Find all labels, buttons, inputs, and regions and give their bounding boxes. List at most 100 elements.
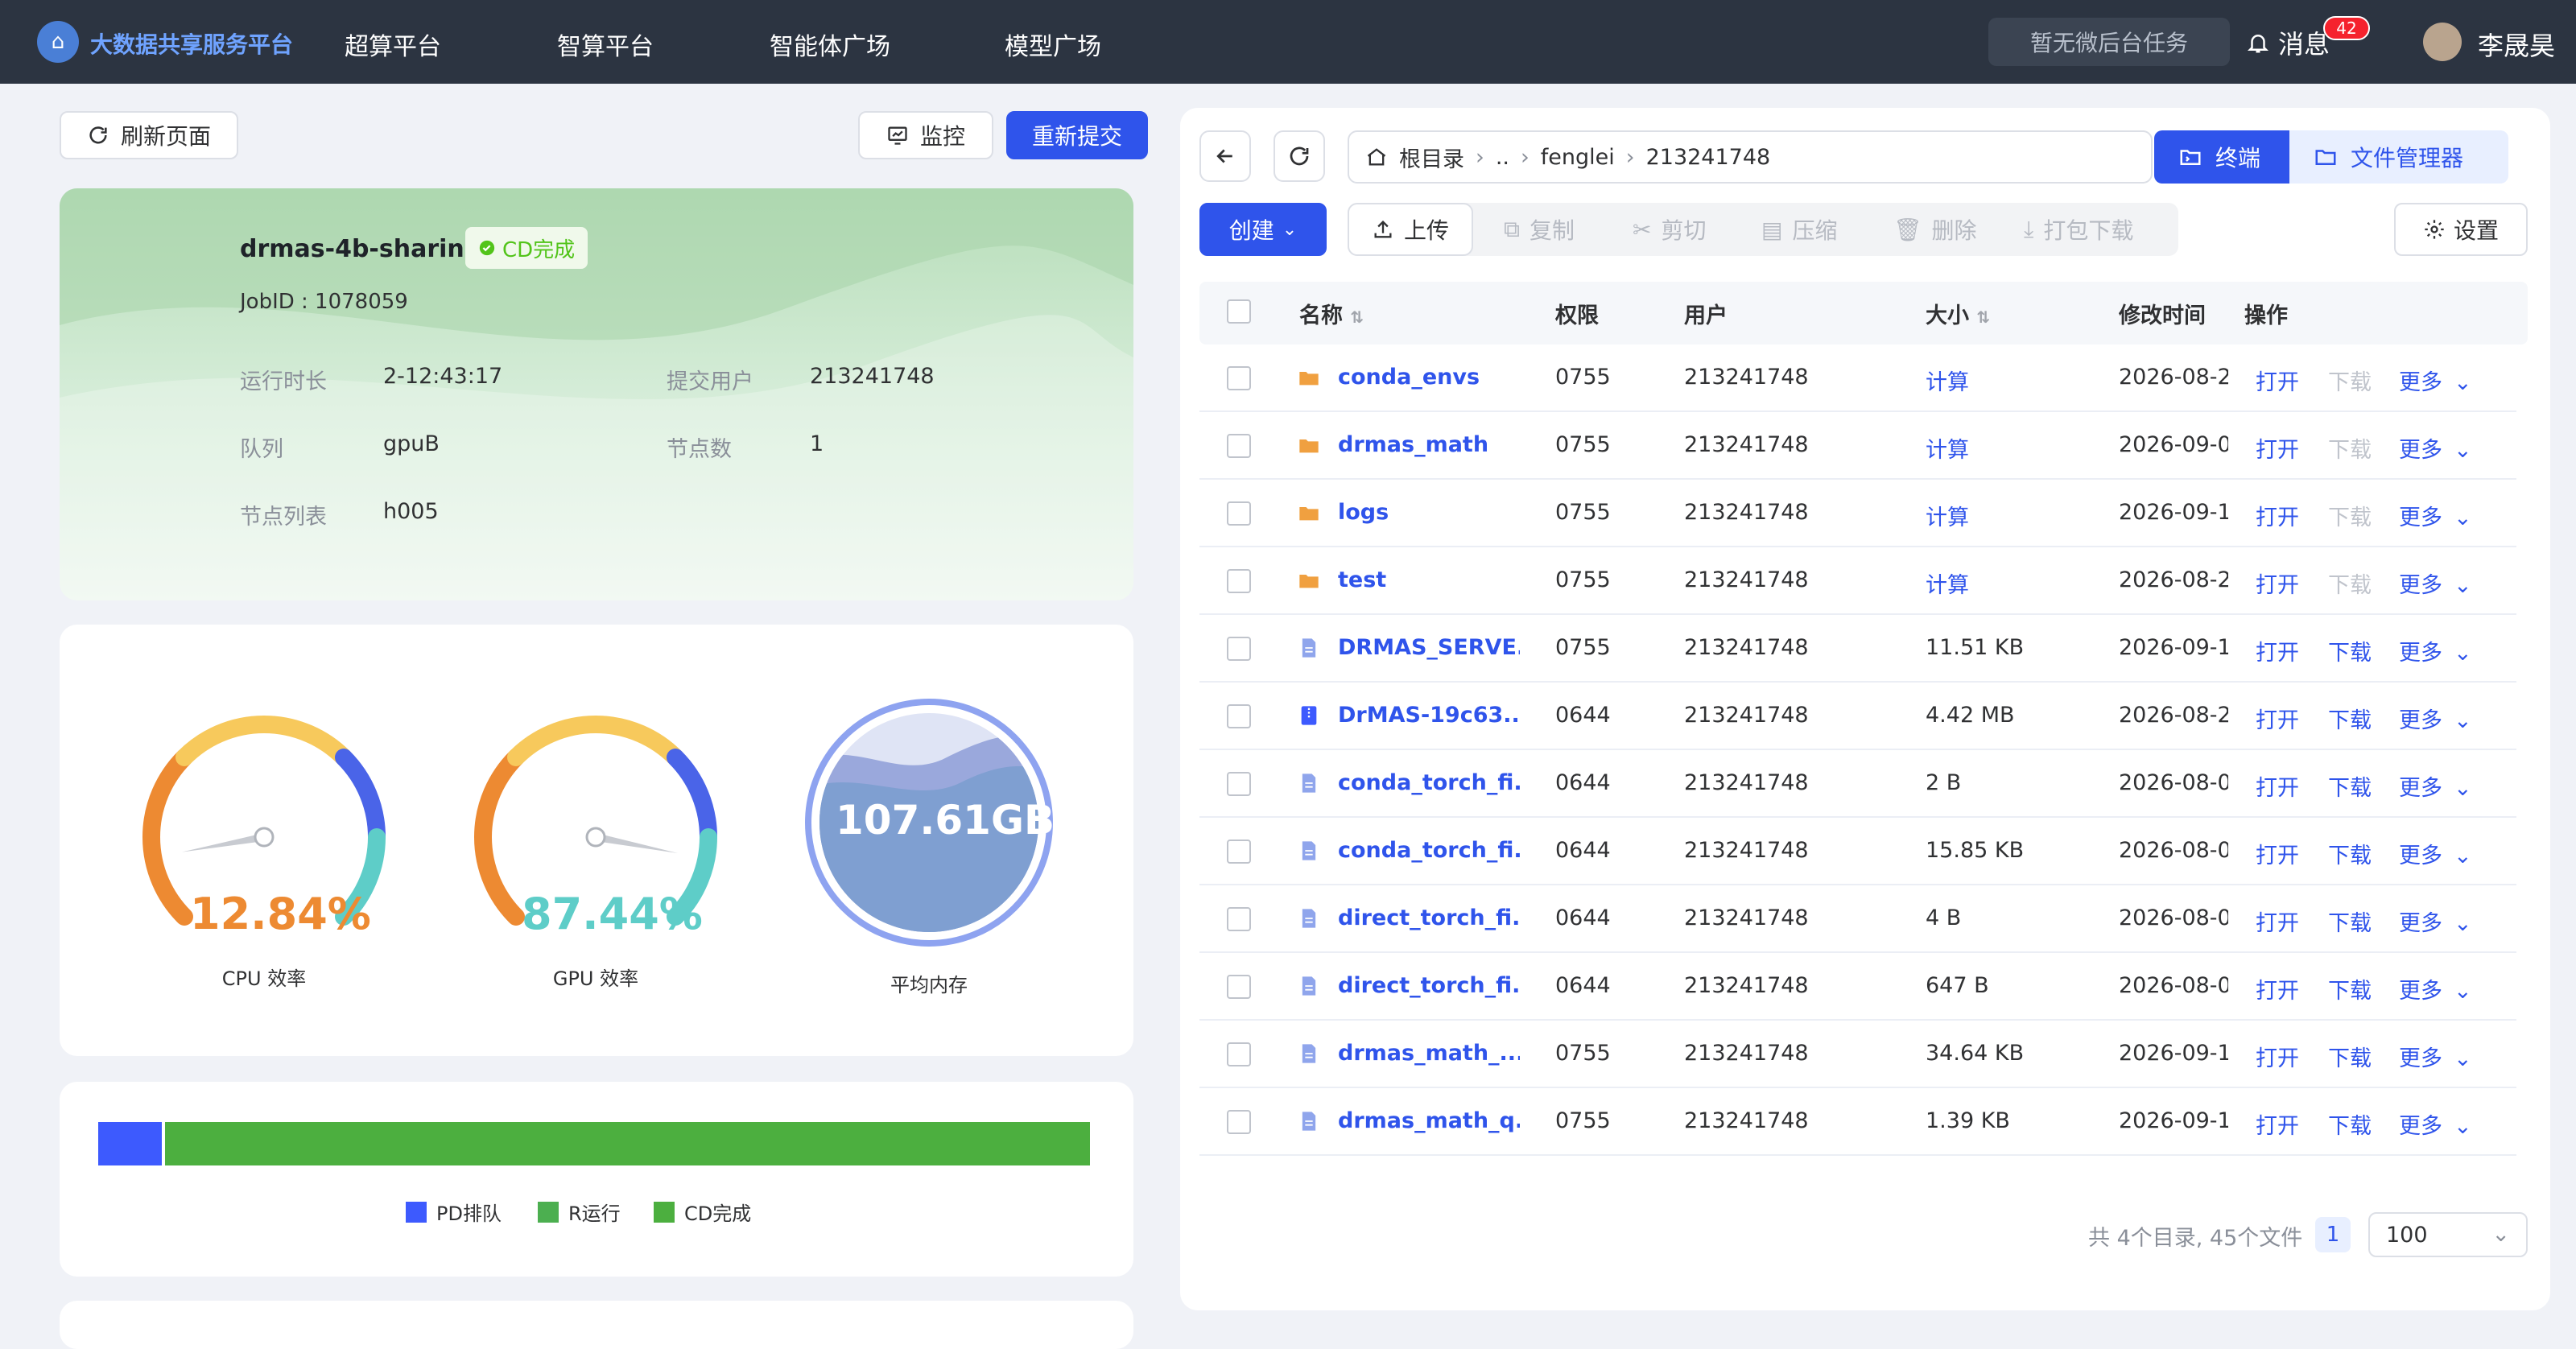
copy-button[interactable]: ⧉ 复制 — [1504, 203, 1575, 256]
row-checkbox[interactable] — [1227, 569, 1251, 593]
breadcrumb-fenglei[interactable]: fenglei — [1541, 145, 1615, 170]
more-dropdown[interactable]: 更多 ⌄ — [2399, 365, 2472, 396]
file-name[interactable]: conda_torch_fi... — [1338, 838, 1520, 863]
settings-button[interactable]: 设置 — [2394, 203, 2528, 256]
file-name[interactable]: conda_torch_fi... — [1338, 770, 1520, 795]
row-checkbox[interactable] — [1227, 1110, 1251, 1134]
menu-intelligent-computing[interactable]: 智算平台 — [557, 27, 654, 62]
open-link[interactable]: 打开 — [2256, 1108, 2299, 1140]
row-checkbox[interactable] — [1227, 840, 1251, 864]
menu-supercomputing[interactable]: 超算平台 — [345, 27, 441, 62]
refresh-button[interactable]: 刷新页面 — [60, 111, 238, 159]
row-checkbox[interactable] — [1227, 907, 1251, 931]
download-link[interactable]: 下载 — [2328, 973, 2372, 1005]
row-checkbox[interactable] — [1227, 772, 1251, 796]
more-dropdown[interactable]: 更多 ⌄ — [2399, 635, 2472, 666]
breadcrumb-ellipsis[interactable]: .. — [1496, 145, 1509, 170]
select-all-checkbox[interactable] — [1227, 299, 1251, 324]
file-manager-button[interactable]: 文件管理器 — [2289, 130, 2508, 184]
file-name[interactable]: test — [1338, 567, 1520, 592]
file-name[interactable]: drmas_math — [1338, 432, 1520, 457]
download-link[interactable]: 下载 — [2328, 770, 2372, 802]
download-link[interactable]: 下载 — [2328, 838, 2372, 869]
sort-icon[interactable]: ⇅ — [1976, 307, 1990, 327]
more-dropdown[interactable]: 更多 ⌄ — [2399, 703, 2472, 734]
download-link[interactable]: 下载 — [2328, 703, 2372, 734]
open-link[interactable]: 打开 — [2256, 635, 2299, 666]
cut-button[interactable]: ✂ 剪切 — [1633, 203, 1706, 256]
legend-pending[interactable]: PD排队 — [406, 1198, 502, 1226]
more-dropdown[interactable]: 更多 ⌄ — [2399, 1041, 2472, 1072]
open-link[interactable]: 打开 — [2256, 973, 2299, 1005]
open-link[interactable]: 打开 — [2256, 1041, 2299, 1072]
more-dropdown[interactable]: 更多 ⌄ — [2399, 770, 2472, 802]
pack-download-button[interactable]: ⤓ 打包下载 — [2024, 203, 2133, 256]
download-link[interactable]: 下载 — [2328, 906, 2372, 937]
row-checkbox[interactable] — [1227, 366, 1251, 390]
terminal-button[interactable]: 终端 — [2154, 130, 2289, 184]
row-checkbox[interactable] — [1227, 975, 1251, 999]
delete-button[interactable]: 🗑︎ 删除 — [1893, 203, 1977, 256]
column-header-size[interactable]: 大小 ⇅ — [1926, 298, 1990, 329]
menu-model-plaza[interactable]: 模型广场 — [1005, 27, 1101, 62]
open-link[interactable]: 打开 — [2256, 365, 2299, 396]
file-name[interactable]: DRMAS_SERVE... — [1338, 635, 1520, 660]
open-link[interactable]: 打开 — [2256, 838, 2299, 869]
avatar[interactable] — [2423, 23, 2462, 61]
file-name[interactable]: drmas_math_q... — [1338, 1108, 1520, 1133]
row-checkbox[interactable] — [1227, 637, 1251, 661]
file-name[interactable]: direct_torch_fi... — [1338, 973, 1520, 998]
row-checkbox[interactable] — [1227, 704, 1251, 728]
brand-title[interactable]: 大数据共享服务平台 — [90, 27, 293, 60]
calculate-size-link[interactable]: 计算 — [1926, 432, 1969, 464]
resubmit-button[interactable]: 重新提交 — [1006, 111, 1148, 159]
open-link[interactable]: 打开 — [2256, 906, 2299, 937]
state-segment[interactable] — [164, 1122, 1090, 1165]
compress-button[interactable]: ▤ 压缩 — [1761, 203, 1837, 256]
messages-button[interactable]: 消息 — [2246, 24, 2330, 61]
create-button[interactable]: 创建 ⌄ — [1199, 203, 1327, 256]
download-link[interactable]: 下载 — [2328, 1108, 2372, 1140]
state-segment[interactable] — [98, 1122, 162, 1165]
upload-button[interactable]: 上传 — [1348, 203, 1474, 256]
reload-button[interactable] — [1274, 130, 1325, 182]
more-dropdown[interactable]: 更多 ⌄ — [2399, 1108, 2472, 1140]
open-link[interactable]: 打开 — [2256, 567, 2299, 599]
open-link[interactable]: 打开 — [2256, 500, 2299, 531]
file-name[interactable]: direct_torch_fi... — [1338, 906, 1520, 930]
page-size-select[interactable]: 100 ⌄ — [2368, 1212, 2528, 1257]
open-link[interactable]: 打开 — [2256, 770, 2299, 802]
download-link[interactable]: 下载 — [2328, 1041, 2372, 1072]
file-name[interactable]: conda_envs — [1338, 365, 1520, 390]
more-dropdown[interactable]: 更多 ⌄ — [2399, 567, 2472, 599]
more-dropdown[interactable]: 更多 ⌄ — [2399, 973, 2472, 1005]
sort-icon[interactable]: ⇅ — [1350, 307, 1364, 327]
platform-logo-icon[interactable]: ⌂ — [37, 21, 79, 63]
more-dropdown[interactable]: 更多 ⌄ — [2399, 838, 2472, 869]
breadcrumb-root[interactable]: 根目录 — [1399, 142, 1464, 173]
file-name[interactable]: drmas_math_... — [1338, 1041, 1520, 1066]
open-link[interactable]: 打开 — [2256, 432, 2299, 464]
open-link[interactable]: 打开 — [2256, 703, 2299, 734]
row-checkbox[interactable] — [1227, 434, 1251, 458]
legend-running[interactable]: R运行 — [538, 1198, 621, 1226]
calculate-size-link[interactable]: 计算 — [1926, 500, 1969, 531]
more-dropdown[interactable]: 更多 ⌄ — [2399, 500, 2472, 531]
calculate-size-link[interactable]: 计算 — [1926, 567, 1969, 599]
monitor-button[interactable]: 监控 — [858, 111, 993, 159]
row-checkbox[interactable] — [1227, 1042, 1251, 1066]
menu-agent-plaza[interactable]: 智能体广场 — [770, 27, 890, 62]
download-link[interactable]: 下载 — [2328, 635, 2372, 666]
row-checkbox[interactable] — [1227, 501, 1251, 526]
back-button[interactable] — [1199, 130, 1251, 182]
more-dropdown[interactable]: 更多 ⌄ — [2399, 906, 2472, 937]
file-name[interactable]: logs — [1338, 500, 1520, 525]
background-task-indicator[interactable]: 暂无微后台任务 — [1988, 18, 2230, 66]
user-name[interactable]: 李晟昊 — [2478, 26, 2555, 63]
file-name[interactable]: DrMAS-19c63... — [1338, 703, 1520, 728]
page-number-current[interactable]: 1 — [2315, 1217, 2351, 1252]
more-dropdown[interactable]: 更多 ⌄ — [2399, 432, 2472, 464]
calculate-size-link[interactable]: 计算 — [1926, 365, 1969, 396]
column-header-name[interactable]: 名称 ⇅ — [1299, 298, 1364, 329]
legend-completed[interactable]: CD完成 — [654, 1198, 751, 1226]
